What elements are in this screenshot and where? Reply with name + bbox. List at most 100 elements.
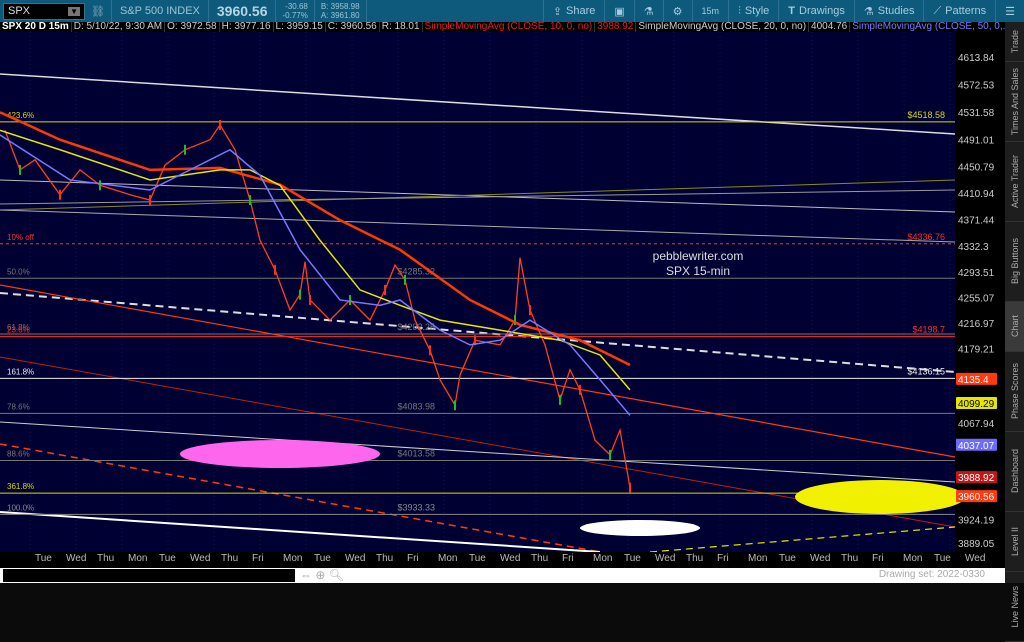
sidebar-tab-label: Big Buttons <box>1009 238 1020 285</box>
share-button[interactable]: ⇪ Share <box>542 0 605 22</box>
fib-price-label: $4013.58 <box>397 449 435 459</box>
bar-close: C: 3960.56 <box>326 22 380 32</box>
candle <box>299 289 301 300</box>
fib-price-label: $4336.76 <box>907 232 945 242</box>
x-tick-label: Wed <box>190 553 211 564</box>
sma50-label[interactable]: SimpleMovingAvg (CLOSE, 50, 0,... <box>850 22 1005 32</box>
sidebar-tab-big-buttons[interactable]: Big Buttons <box>1005 222 1024 302</box>
sidebar-tab-label: Active Trader <box>1009 154 1020 209</box>
x-tick-label: Mon <box>283 553 303 564</box>
sidebar-tab-times-and-sales[interactable]: Times And Sales <box>1005 62 1024 142</box>
patterns-label: Patterns <box>945 5 987 17</box>
crosshair-icon[interactable]: ⊕ <box>315 568 325 582</box>
fib-level-label: 100.0% <box>7 503 34 512</box>
patterns-button[interactable]: ⟋ Patterns <box>923 0 995 22</box>
zoom-icon[interactable]: 🔍︎ <box>329 568 344 582</box>
flask-icon: ⚗ <box>643 5 654 18</box>
chart-title-text: pebblewriter.com <box>653 249 744 263</box>
sidebar-tab-label: Live News <box>1009 585 1020 628</box>
chevron-down-icon: ▼ <box>68 6 80 16</box>
chart-alert-button[interactable]: ▣ <box>604 0 633 22</box>
price-badge-label: 4037.07 <box>958 441 995 452</box>
menu-button[interactable]: ☰ <box>995 0 1024 22</box>
candle <box>629 482 631 493</box>
x-tick-label: Wed <box>810 553 831 564</box>
x-tick-label: Thu <box>97 553 115 564</box>
gear-icon: ⚙ <box>672 5 683 18</box>
x-tick-label: Mon <box>748 553 768 564</box>
candle <box>149 195 151 206</box>
y-tick-label: 4531.58 <box>958 108 995 119</box>
bar-low: L: 3959.15 <box>274 22 326 32</box>
sidebar-tab-level-ii[interactable]: Level II <box>1005 512 1024 572</box>
sidebar-tab-label: Dashboard <box>1009 449 1020 494</box>
pct-change: -0.77% <box>282 11 308 20</box>
fib-level-label: 361.8% <box>7 482 34 491</box>
candle <box>274 264 276 275</box>
sma20-label[interactable]: SimpleMovingAvg (CLOSE, 20, 0, no) <box>636 22 810 32</box>
fib-price-label: $3933.33 <box>397 502 435 512</box>
x-tick-label: Fri <box>717 553 729 564</box>
x-tick-label: Wed <box>345 553 366 564</box>
share-label: Share <box>566 5 596 17</box>
timeframe-label: 15m <box>701 6 720 16</box>
candle <box>219 119 221 130</box>
style-button[interactable]: ⫶ Style <box>728 0 778 22</box>
candle <box>19 164 21 175</box>
fib-level-label: 23.6% <box>7 325 30 334</box>
y-tick-label: 4332.3 <box>958 242 989 253</box>
pan-icon[interactable]: ⇔ <box>300 568 312 582</box>
drawings-button[interactable]: T Drawings <box>778 0 854 22</box>
x-tick-label: Mon <box>903 553 923 564</box>
sidebar-tab-label: Level II <box>1009 526 1020 557</box>
chart-title: SPX 20 D 15m <box>0 22 72 32</box>
x-tick-label: Mon <box>593 553 613 564</box>
price-badge-label: 3960.56 <box>958 492 995 503</box>
sidebar-tab-active-trader[interactable]: Active Trader <box>1005 142 1024 222</box>
drawing-set[interactable]: Drawing set: 2022-0330 <box>879 569 985 580</box>
settings-button[interactable]: ⚙ <box>662 0 692 22</box>
change-block: -30.68 -0.77% <box>276 2 313 20</box>
y-tick-label: 3924.19 <box>958 515 995 526</box>
x-tick-label: Mon <box>438 553 458 564</box>
price-chart[interactable]: 0.0%$4657.3423.6%$4518.5810% off$4336.76… <box>0 17 1005 553</box>
sidebar-tab-phase-scores[interactable]: Phase Scores <box>1005 352 1024 432</box>
timeframe-button[interactable]: 15m <box>691 0 729 22</box>
symbol-selector[interactable]: SPX ▼ <box>3 2 85 20</box>
sidebar-tab-label: Chart <box>1009 315 1020 338</box>
sidebar-tab-dashboard[interactable]: Dashboard <box>1005 432 1024 512</box>
sidebar-tab-chart[interactable]: Chart <box>1005 302 1024 352</box>
x-tick-label: Tue <box>469 553 486 564</box>
candle <box>454 400 456 411</box>
bar-date: D: 5/10/22, 9:30 AM <box>72 22 166 32</box>
fib-level-label: 88.6% <box>7 450 30 459</box>
bid: B: 3958.98 <box>320 2 360 11</box>
chart-canvas[interactable]: 0.0%$4657.3423.6%$4518.5810% off$4336.76… <box>0 17 1005 553</box>
share-icon: ⇪ <box>552 5 563 18</box>
symbol-value: SPX <box>8 5 31 17</box>
x-tick-label: Tue <box>934 553 951 564</box>
horizontal-scrollbar[interactable] <box>3 569 295 582</box>
pattern-icon: ⟋ <box>933 4 942 17</box>
y-tick-label: 4410.94 <box>958 189 995 200</box>
sma10-value: 3988.92 <box>595 22 637 32</box>
studies-button[interactable]: ⚗ Studies <box>853 0 924 22</box>
x-tick-label: Wed <box>965 553 986 564</box>
x-tick-label: Fri <box>252 553 264 564</box>
drawings-label: Drawings <box>799 5 845 17</box>
fib-price-label: $4198.7 <box>912 324 945 334</box>
link-icon[interactable]: ⛓ <box>91 5 105 18</box>
sidebar-tab-label: Times And Sales <box>1009 67 1020 136</box>
bar-range: R: 18.01 <box>380 22 423 32</box>
bid-ask: B: 3958.98 A: 3961.80 <box>315 2 366 20</box>
chart-info-bar: SPX 20 D 15m D: 5/10/22, 9:30 AM O: 3972… <box>0 22 1005 32</box>
candles-icon: ⫶ <box>738 4 741 17</box>
x-tick-label: Mon <box>128 553 148 564</box>
time-axis: Tue Wed Thu Mon Tue Wed Thu Fri Mon Tue Wed Thu Fri M… <box>0 552 1005 566</box>
flask-button[interactable]: ⚗ <box>633 0 663 22</box>
style-label: Style <box>744 5 770 17</box>
sidebar-tab-trade[interactable]: Trade <box>1005 22 1024 62</box>
chart-tools: ⇔ ⊕ 🔍︎ <box>300 568 344 582</box>
studies-label: Studies <box>877 5 915 17</box>
sma10-label[interactable]: SimpleMovingAvg (CLOSE, 10, 0, no) <box>423 22 596 32</box>
